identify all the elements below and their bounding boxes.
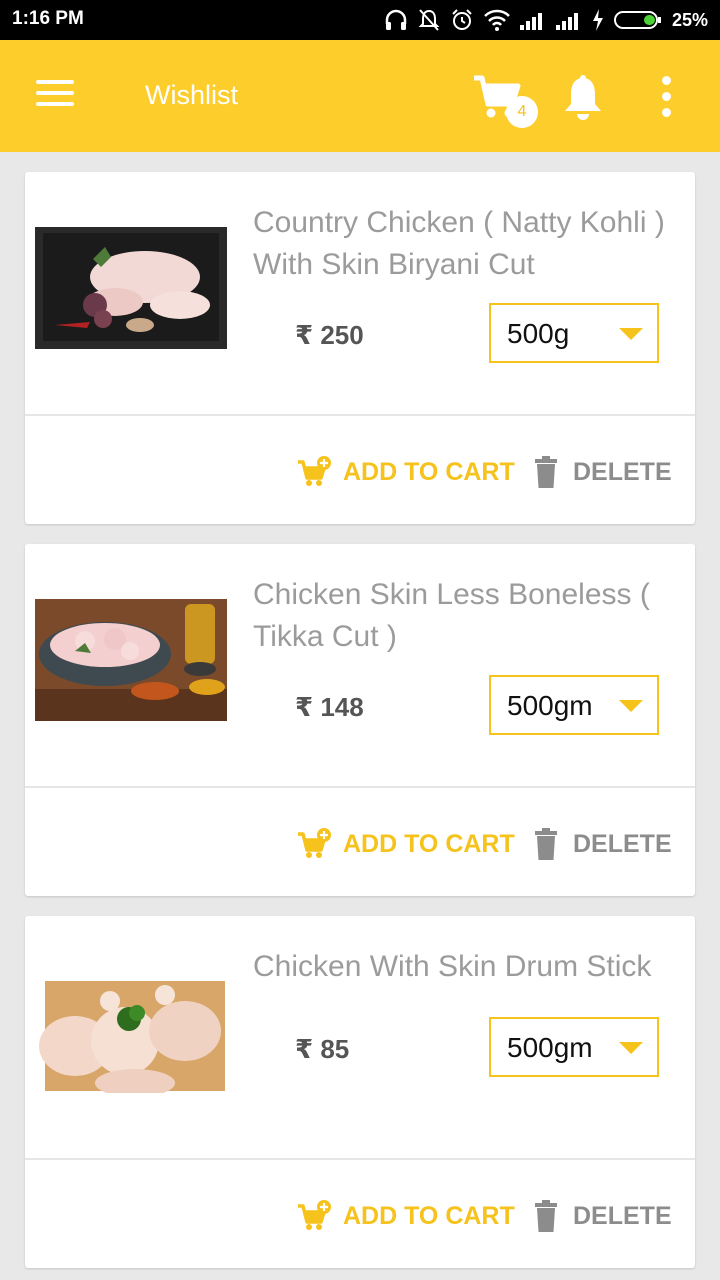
- bell-icon: [565, 75, 601, 120]
- add-cart-icon: [298, 456, 331, 486]
- alarm-icon: [452, 9, 472, 30]
- trash-icon: [535, 456, 557, 488]
- weight-dropdown[interactable]: 500gm: [489, 1017, 659, 1077]
- dropdown-arrow-icon: [619, 1042, 643, 1054]
- add-to-cart-button[interactable]: ADD TO CART: [297, 1198, 515, 1234]
- more-options-button[interactable]: [654, 76, 678, 120]
- weight-value: 500gm: [507, 690, 593, 721]
- product-title: Chicken Skin Less Boneless ( Tikka Cut ): [253, 578, 650, 653]
- status-time: 1:16 PM: [12, 8, 84, 29]
- page-title: Wishlist: [145, 80, 238, 110]
- product-price: ₹ 85: [295, 1034, 350, 1064]
- add-cart-icon: [298, 1200, 331, 1230]
- add-to-cart-button[interactable]: ADD TO CART: [297, 454, 515, 490]
- weight-dropdown[interactable]: 500gm: [489, 675, 659, 735]
- product-image[interactable]: [35, 227, 227, 349]
- wifi-icon: [484, 9, 510, 31]
- delete-button[interactable]: DELETE: [535, 1198, 672, 1234]
- add-cart-icon: [298, 828, 331, 858]
- weight-value: 500gm: [507, 1032, 593, 1063]
- wishlist-item: Chicken With Skin Drum Stick ₹ 85 500gm …: [25, 916, 695, 1268]
- charging-icon: [592, 9, 603, 31]
- notifications-button[interactable]: [561, 74, 605, 122]
- add-to-cart-label: ADD TO CART: [343, 1201, 515, 1230]
- add-to-cart-button[interactable]: ADD TO CART: [297, 826, 515, 862]
- product-title: Chicken With Skin Drum Stick: [253, 950, 652, 983]
- add-to-cart-label: ADD TO CART: [343, 829, 515, 858]
- status-bar: 1:16 PM 25%: [0, 0, 720, 40]
- notifications-off-icon: [418, 9, 440, 31]
- trash-icon: [535, 828, 557, 860]
- menu-icon: [36, 80, 74, 84]
- battery-icon: [613, 11, 661, 29]
- more-vert-icon: [661, 76, 671, 85]
- status-icons: 25%: [384, 6, 708, 34]
- wishlist-item: Chicken Skin Less Boneless ( Tikka Cut )…: [25, 544, 695, 896]
- signal-2-icon: [555, 13, 578, 30]
- headphones-icon: [385, 9, 407, 30]
- divider: [25, 786, 695, 788]
- delete-button[interactable]: DELETE: [535, 826, 672, 862]
- delete-label: DELETE: [573, 457, 672, 486]
- dropdown-arrow-icon: [619, 328, 643, 340]
- weight-dropdown[interactable]: 500g: [489, 303, 659, 363]
- add-to-cart-label: ADD TO CART: [343, 457, 515, 486]
- app-bar: Wishlist 4: [0, 40, 720, 152]
- wishlist-item: Country Chicken ( Natty Kohli ) With Ski…: [25, 172, 695, 524]
- weight-value: 500g: [507, 318, 570, 349]
- divider: [25, 414, 695, 416]
- divider: [25, 1158, 695, 1160]
- product-price: ₹ 250: [295, 320, 364, 350]
- delete-label: DELETE: [573, 829, 672, 858]
- product-image[interactable]: [35, 599, 227, 721]
- dropdown-arrow-icon: [619, 700, 643, 712]
- product-image[interactable]: [35, 971, 227, 1093]
- signal-1-icon: [519, 13, 542, 30]
- delete-label: DELETE: [573, 1201, 672, 1230]
- delete-button[interactable]: DELETE: [535, 454, 672, 490]
- product-title: Country Chicken ( Natty Kohli ) With Ski…: [253, 206, 665, 281]
- menu-button[interactable]: [36, 80, 76, 110]
- product-price: ₹ 148: [295, 692, 364, 722]
- trash-icon: [535, 1200, 557, 1232]
- cart-count-badge: 4: [506, 96, 538, 128]
- battery-percent: 25%: [671, 9, 708, 30]
